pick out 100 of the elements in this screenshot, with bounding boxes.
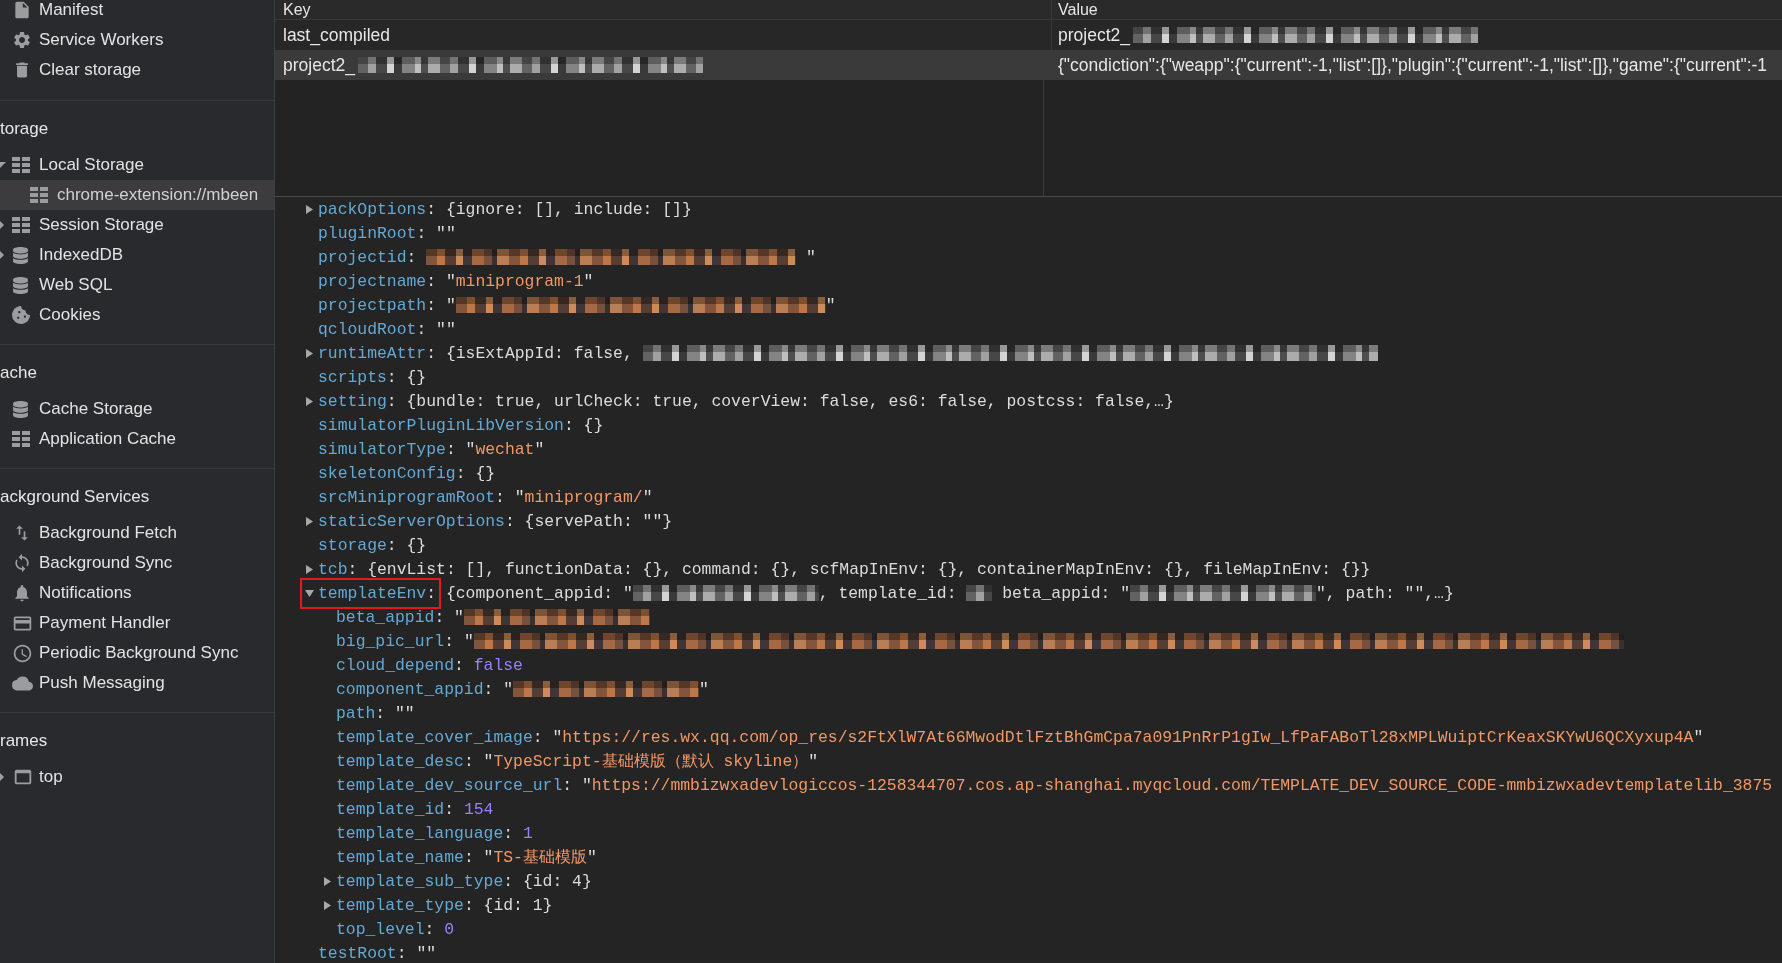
property-key: tcb: bbox=[318, 559, 358, 579]
property-value: "" bbox=[395, 703, 415, 723]
property-value: {id: 4} bbox=[522, 871, 592, 891]
property-value: "" bbox=[416, 943, 437, 963]
caret-right-icon[interactable] bbox=[305, 348, 314, 358]
property-value: ", path: "",…} bbox=[1316, 583, 1454, 603]
property-value: {envList: [], functionData: {}, command: {}, scfMapInEnv: {}, containerMapInEnv: {}, fileMapInEnv: {}} bbox=[367, 559, 1371, 579]
property-value: {} bbox=[406, 367, 427, 387]
property-value: false bbox=[473, 655, 523, 675]
property-value: "TypeScript-基础模版（默认 skyline）" bbox=[483, 751, 819, 772]
property-key: template_language: bbox=[336, 823, 514, 843]
property-value: "" bbox=[436, 319, 456, 339]
property-value: "miniprogram/" bbox=[514, 487, 653, 507]
property-value: {} bbox=[475, 463, 496, 483]
section-heading: ackground Services bbox=[0, 486, 150, 508]
gear-icon bbox=[12, 30, 32, 50]
table-row[interactable]: project2_ {"condiction":{"weapp":{"current":-1,"list":[]},"plugin":{"current":-1,"list":[]},"game":{"current":-1 bbox=[275, 50, 1782, 80]
property-value: "TS-基础模版" bbox=[483, 847, 597, 868]
caret-down-icon[interactable] bbox=[305, 588, 314, 598]
property-key: staticServerOptions: bbox=[318, 511, 515, 531]
caret-right-icon[interactable] bbox=[323, 876, 332, 886]
property-key: template_type: bbox=[336, 895, 474, 915]
property-key: cloud_depend: bbox=[336, 655, 464, 675]
file-icon bbox=[12, 0, 32, 20]
sidebar-item[interactable]: chrome-extension://mbeen bbox=[0, 180, 274, 210]
property-value: {ignore: [], include: []} bbox=[445, 199, 692, 219]
sidebar-item[interactable]: Cookies bbox=[0, 300, 274, 330]
property-key: template_sub_type: bbox=[336, 871, 514, 891]
property-key: template_dev_source_url: bbox=[336, 775, 573, 795]
property-key: template_name: bbox=[336, 847, 474, 867]
property-key: simulatorPluginLibVersion: bbox=[318, 415, 574, 435]
sidebar-item[interactable]: Cache Storage bbox=[0, 394, 274, 424]
cell-text: project2_ bbox=[283, 54, 355, 76]
property-key: beta_appid: bbox=[336, 607, 445, 627]
database-icon bbox=[12, 246, 29, 264]
sidebar-item[interactable]: Notifications bbox=[0, 578, 274, 608]
clock-icon bbox=[12, 642, 33, 664]
property-value: " bbox=[503, 679, 514, 699]
column-header: Key bbox=[283, 0, 311, 19]
property-value: {bundle: true, urlCheck: true, coverView: false, es6: false, postcss: false,…} bbox=[406, 391, 1174, 411]
sidebar-item[interactable]: Periodic Background Sync bbox=[0, 638, 274, 668]
property-value: "wechat" bbox=[465, 439, 545, 459]
caret-right-icon[interactable] bbox=[0, 251, 6, 259]
property-value: 1 bbox=[522, 823, 533, 843]
sidebar-item[interactable]: IndexedDB bbox=[0, 240, 274, 270]
caret-right-icon[interactable] bbox=[305, 204, 314, 214]
property-value: "miniprogram-1" bbox=[445, 271, 594, 291]
column-header: Value bbox=[1058, 0, 1098, 19]
database-icon bbox=[12, 400, 29, 418]
sidebar-item[interactable]: Background Fetch bbox=[0, 518, 274, 548]
caret-right-icon[interactable] bbox=[305, 564, 314, 574]
section-heading: ache bbox=[0, 362, 37, 384]
property-value: , template_id: bbox=[818, 583, 958, 603]
property-key: projectid: bbox=[318, 247, 417, 267]
grid-icon bbox=[12, 217, 30, 233]
property-key: skeletonConfig: bbox=[318, 463, 466, 483]
sidebar-item[interactable]: Service Workers bbox=[0, 25, 274, 55]
property-value: beta_appid: " bbox=[1001, 583, 1131, 603]
property-value: {id: 1} bbox=[483, 895, 553, 915]
property-value: " bbox=[463, 631, 474, 651]
section-heading: torage bbox=[0, 118, 49, 140]
sidebar-item[interactable]: Local Storage bbox=[0, 150, 274, 180]
sidebar-item[interactable]: Payment Handler bbox=[0, 608, 274, 638]
database-icon bbox=[12, 276, 29, 294]
cell-text: {"condiction":{"weapp":{"current":-1,"list":[]},"plugin":{"current":-1,"list":[]},"game":{"current":-1 bbox=[1058, 54, 1768, 76]
caret-right-icon[interactable] bbox=[305, 516, 314, 526]
caret-right-icon[interactable] bbox=[323, 900, 332, 910]
property-key: setting: bbox=[318, 391, 397, 411]
sidebar-item[interactable]: top bbox=[0, 762, 274, 792]
property-key: template_desc: bbox=[336, 751, 474, 771]
property-value: "https://res.wx.qq.com/op_res/s2FtXlW7At66MwodDtlFztBhGmCpa7a091PnRrP1gIw_LfPaFABoTl28xMPLWuiptCrKeaxSKYwU6QCXyxup4A" bbox=[552, 727, 1704, 747]
property-value: {component_appid: " bbox=[445, 583, 633, 603]
property-key: template_cover_image: bbox=[336, 727, 543, 747]
property-key: projectpath: bbox=[318, 295, 437, 315]
sidebar-item[interactable]: Manifest bbox=[0, 0, 274, 25]
grid-icon bbox=[12, 431, 30, 447]
caret-right-icon[interactable] bbox=[305, 396, 314, 406]
sidebar-item[interactable]: Session Storage bbox=[0, 210, 274, 240]
sidebar-item[interactable]: Background Sync bbox=[0, 548, 274, 578]
cookie-icon bbox=[12, 306, 30, 324]
property-value: {} bbox=[583, 415, 604, 435]
property-key: storage: bbox=[318, 535, 397, 555]
caret-right-icon[interactable] bbox=[0, 773, 6, 781]
sidebar-item[interactable]: Web SQL bbox=[0, 270, 274, 300]
caret-down-icon[interactable] bbox=[0, 161, 6, 169]
property-key: scripts: bbox=[318, 367, 397, 387]
property-value: " bbox=[699, 679, 709, 699]
property-key: srcMiniprogramRoot: bbox=[318, 487, 505, 507]
grid-icon bbox=[30, 187, 48, 203]
property-value: {} bbox=[406, 535, 427, 555]
property-key: packOptions: bbox=[318, 199, 437, 219]
sidebar-item[interactable]: Application Cache bbox=[0, 424, 274, 454]
table-row[interactable]: last_compiled project2_ bbox=[275, 20, 1782, 50]
sidebar-item[interactable]: Push Messaging bbox=[0, 668, 274, 698]
property-key: big_pic_url: bbox=[336, 631, 455, 651]
sidebar-item[interactable]: Clear storage bbox=[0, 55, 274, 85]
caret-right-icon[interactable] bbox=[0, 221, 6, 229]
property-value: 0 bbox=[444, 919, 455, 939]
property-value: 154 bbox=[463, 799, 494, 819]
property-key: template_id: bbox=[336, 799, 455, 819]
